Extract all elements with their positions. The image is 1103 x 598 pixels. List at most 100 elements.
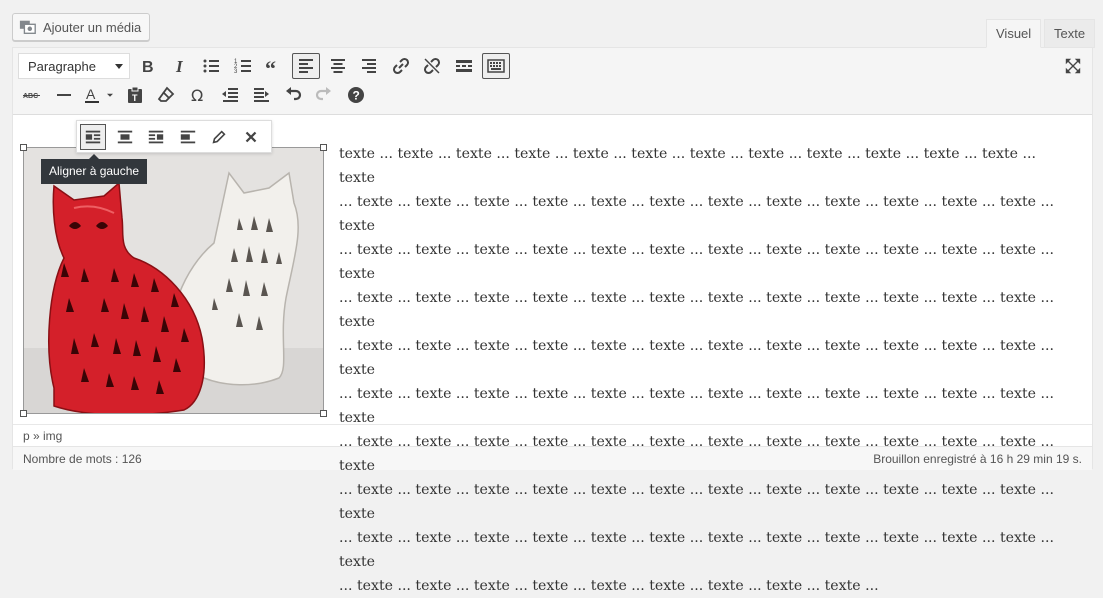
- editor-toolbar: Paragraphe B I 123 “ ABC A T Ω ?: [13, 48, 1092, 115]
- undo-icon: [285, 87, 301, 101]
- resize-handle-top-left[interactable]: [20, 144, 27, 151]
- clear-formatting-button[interactable]: [152, 82, 180, 108]
- link-button[interactable]: [387, 53, 415, 79]
- format-select[interactable]: Paragraphe: [18, 53, 130, 79]
- text-line: ... texte ... texte ... texte ... texte …: [339, 194, 1054, 234]
- text-line: ... texte ... texte ... texte ... texte …: [339, 242, 1054, 282]
- align-right-icon: [362, 59, 377, 73]
- image-align-left-icon: [85, 130, 101, 143]
- align-center-button[interactable]: [324, 53, 352, 79]
- strikethrough-icon: ABC: [23, 93, 40, 100]
- image-align-right-button[interactable]: [143, 124, 169, 150]
- image-align-center-button[interactable]: [112, 124, 138, 150]
- svg-text:B: B: [142, 59, 154, 76]
- edit-image-button[interactable]: [206, 124, 232, 150]
- align-left-button[interactable]: [291, 53, 320, 79]
- italic-icon: I: [175, 57, 184, 76]
- edit-pencil-icon: [212, 129, 226, 144]
- special-character-icon: Ω: [191, 86, 203, 105]
- italic-button[interactable]: I: [166, 53, 194, 79]
- redo-icon: [316, 87, 332, 101]
- remove-image-icon: [245, 131, 257, 142]
- svg-text:A: A: [86, 86, 96, 102]
- text-line: ... texte ... texte ... texte ... texte …: [339, 290, 1054, 330]
- text-line: ... texte ... texte ... texte ... texte …: [339, 338, 1054, 378]
- post-body-text: texte ... texte ... texte ... texte ... …: [339, 142, 1069, 598]
- chevron-down-icon: [115, 63, 123, 69]
- outdent-button[interactable]: [216, 82, 244, 108]
- numbered-list-icon: 123: [234, 59, 251, 75]
- text-line: ... texte ... texte ... texte ... texte …: [339, 578, 879, 594]
- read-more-icon: [455, 60, 472, 72]
- editor: Paragraphe B I 123 “ ABC A T Ω ? Aligner…: [12, 47, 1093, 594]
- image-align-center-icon: [117, 130, 132, 143]
- read-more-button[interactable]: [450, 53, 478, 79]
- text-line: ... texte ... texte ... texte ... texte …: [339, 386, 1054, 426]
- special-character-button[interactable]: Ω: [184, 82, 212, 108]
- tab-text[interactable]: Texte: [1044, 19, 1096, 48]
- bullet-list-button[interactable]: [197, 53, 225, 79]
- strikethrough-button[interactable]: ABC: [18, 82, 46, 108]
- add-media-label: Ajouter un média: [43, 19, 142, 35]
- svg-text:T: T: [132, 93, 138, 103]
- word-count: Nombre de mots : 126: [23, 451, 142, 466]
- unlink-icon: [424, 57, 441, 75]
- unlink-button[interactable]: [418, 53, 446, 79]
- text-line: ... texte ... texte ... texte ... texte …: [339, 530, 1054, 570]
- redo-button[interactable]: [310, 82, 338, 108]
- image-no-align-icon: [180, 130, 195, 143]
- indent-icon: [254, 88, 270, 102]
- bullet-list-icon: [203, 59, 220, 73]
- horizontal-line-icon: [56, 94, 71, 96]
- text-line: ... texte ... texte ... texte ... texte …: [339, 434, 1054, 474]
- selected-image[interactable]: [23, 147, 324, 414]
- caret-down-icon: [107, 93, 114, 97]
- media-icon: [19, 20, 36, 34]
- image-no-align-button[interactable]: [175, 124, 201, 150]
- undo-button[interactable]: [279, 82, 307, 108]
- svg-text:Ω: Ω: [191, 86, 203, 105]
- align-right-button[interactable]: [355, 53, 383, 79]
- paste-text-icon: T: [127, 86, 142, 103]
- outdent-icon: [221, 88, 238, 102]
- editor-content[interactable]: Aligner à gauche texte ... texte ... tex…: [13, 115, 1092, 594]
- help-button[interactable]: ?: [342, 82, 370, 108]
- svg-text:?: ?: [352, 89, 359, 103]
- text-line: texte ... texte ... texte ... texte ... …: [339, 146, 1036, 186]
- indent-button[interactable]: [247, 82, 275, 108]
- tab-visual[interactable]: Visuel: [986, 19, 1042, 48]
- tooltip: Aligner à gauche: [41, 154, 148, 184]
- paste-text-button[interactable]: T: [121, 82, 149, 108]
- bold-icon: B: [142, 59, 154, 76]
- format-select-value: Paragraphe: [28, 58, 96, 74]
- resize-handle-bottom-right[interactable]: [320, 410, 327, 417]
- resize-handle-bottom-left[interactable]: [20, 410, 27, 417]
- resize-handle-top-right[interactable]: [320, 144, 327, 151]
- blockquote-icon: “: [265, 56, 276, 76]
- image-align-left-button[interactable]: [80, 123, 106, 150]
- add-media-button[interactable]: Ajouter un média: [12, 13, 151, 41]
- fullscreen-icon: [1065, 58, 1081, 74]
- align-center-icon: [330, 59, 345, 73]
- toolbar-row-2: ABC A T Ω ?: [18, 82, 374, 108]
- svg-text:I: I: [175, 57, 184, 76]
- svg-text:3: 3: [234, 69, 238, 75]
- text-color-icon: A: [85, 86, 100, 103]
- text-color-dropdown[interactable]: [103, 82, 117, 108]
- bold-button[interactable]: B: [134, 53, 162, 79]
- help-icon: ?: [347, 87, 364, 103]
- numbered-list-button[interactable]: 123: [229, 53, 257, 79]
- clear-formatting-icon: [158, 86, 175, 102]
- fullscreen-button[interactable]: [1062, 55, 1084, 77]
- image-align-right-icon: [148, 130, 164, 143]
- horizontal-line-button[interactable]: [50, 82, 78, 108]
- image-toolbar: [76, 120, 272, 153]
- text-line: ... texte ... texte ... texte ... texte …: [339, 482, 1054, 522]
- toolbar-toggle-icon: [486, 59, 505, 73]
- remove-image-button[interactable]: [238, 124, 264, 150]
- text-color-button[interactable]: A: [81, 82, 103, 108]
- toolbar-row-1: Paragraphe B I 123 “: [18, 53, 513, 79]
- blockquote-button[interactable]: “: [260, 53, 288, 79]
- toolbar-toggle-button[interactable]: [481, 53, 510, 79]
- svg-text:“: “: [265, 56, 276, 76]
